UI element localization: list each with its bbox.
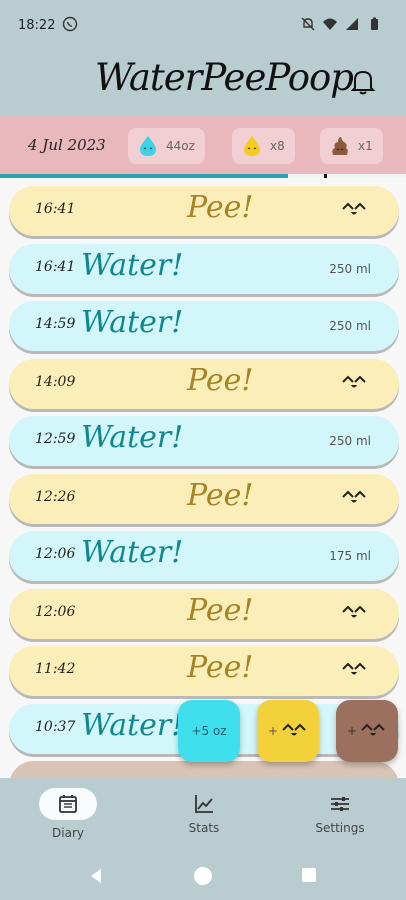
- entry-amount: 250 ml: [329, 434, 371, 448]
- entry-label: Water!: [81, 535, 184, 570]
- entry-time: 12:06: [35, 603, 76, 620]
- system-nav-bar: [0, 850, 406, 900]
- entry-label: Pee!: [187, 592, 254, 628]
- status-bar: 18:22: [0, 0, 406, 50]
- entry-time: 16:41: [35, 201, 76, 217]
- diary-entry-poop[interactable]: [9, 761, 399, 778]
- nav-diary-label: Diary: [52, 826, 84, 840]
- happy-face-icon: [342, 202, 366, 215]
- entry-time: 14:09: [35, 373, 76, 390]
- nav-diary-pill: [39, 788, 97, 820]
- entry-time: 11:42: [35, 661, 76, 677]
- happy-face-icon: [342, 490, 366, 502]
- status-time: 18:22: [18, 18, 56, 33]
- entry-label: Water!: [81, 305, 184, 340]
- nav-stats[interactable]: Stats: [154, 788, 254, 835]
- battery-icon: [371, 17, 378, 30]
- whatsapp-icon: [62, 16, 78, 32]
- pee-count: x8: [270, 139, 285, 153]
- summary-date[interactable]: 4 Jul 2023: [28, 136, 106, 154]
- status-icons: [300, 16, 382, 32]
- home-icon[interactable]: [194, 867, 212, 885]
- entry-label: Pee!: [187, 650, 254, 685]
- app-title: WaterPeePoop: [95, 56, 354, 99]
- mute-icon: [301, 17, 315, 31]
- entry-time: 12:06: [35, 546, 76, 562]
- entry-time: 10:37: [35, 718, 76, 735]
- diary-list[interactable]: 16:41 Pee! 16:41 Water! 250 ml 14:59 Water! 250…: [0, 178, 406, 778]
- app-header: WaterPeePoop: [0, 50, 406, 116]
- add-poop-prefix: +: [346, 724, 358, 738]
- back-icon[interactable]: [88, 868, 104, 884]
- entry-label: Pee!: [187, 190, 254, 225]
- stats-icon: [195, 795, 213, 813]
- diary-entry-water[interactable]: 14:59 Water! 250 ml: [9, 301, 399, 351]
- entry-label: Water!: [81, 420, 184, 455]
- entry-label: Water!: [81, 247, 184, 283]
- add-water-button[interactable]: +5 oz: [178, 700, 240, 762]
- pee-count-chip: x8: [232, 128, 295, 164]
- pee-drop-icon: [244, 136, 260, 156]
- entry-time: 16:41: [35, 258, 76, 275]
- entry-label: Water!: [81, 707, 184, 743]
- entry-amount: 250 ml: [329, 261, 371, 276]
- nav-stats-label: Stats: [188, 821, 220, 835]
- water-drop-icon: [140, 136, 156, 156]
- entry-label: Pee!: [187, 477, 254, 513]
- diary-entry-pee[interactable]: 12:26 Pee!: [9, 473, 399, 524]
- add-poop-button[interactable]: +: [336, 700, 398, 762]
- entry-amount: 250 ml: [329, 319, 371, 333]
- happy-face-icon: [361, 723, 385, 736]
- poop-count-chip: x1: [320, 128, 383, 164]
- bell-icon[interactable]: [350, 68, 376, 96]
- entry-time: 12:26: [35, 488, 76, 505]
- add-pee-button[interactable]: +: [257, 700, 319, 762]
- diary-entry-water[interactable]: 16:41 Water! 250 ml: [9, 243, 399, 294]
- bottom-nav: Diary Stats Settings: [0, 778, 406, 850]
- daily-summary: 4 Jul 2023 44oz x8 x1: [0, 116, 406, 174]
- happy-face-icon: [282, 723, 306, 736]
- entry-label: Pee!: [187, 362, 254, 398]
- happy-face-icon: [342, 662, 366, 675]
- diary-entry-pee[interactable]: 11:42 Pee!: [9, 646, 399, 696]
- add-water-label: +5 oz: [191, 724, 227, 738]
- diary-icon: [59, 795, 77, 813]
- poop-icon: [332, 137, 348, 155]
- happy-face-icon: [342, 605, 366, 617]
- nav-stats-pill: [175, 788, 233, 820]
- diary-entry-water[interactable]: 12:59 Water! 250 ml: [9, 416, 399, 466]
- settings-icon: [331, 797, 349, 811]
- signal-icon: [346, 18, 358, 30]
- entry-amount: 175 ml: [329, 549, 371, 563]
- water-total-chip: 44oz: [128, 128, 205, 164]
- poop-count: x1: [358, 139, 373, 153]
- add-pee-prefix: +: [267, 724, 279, 738]
- nav-settings-label: Settings: [315, 821, 365, 835]
- recent-apps-icon[interactable]: [302, 868, 316, 882]
- diary-entry-pee[interactable]: 12:06 Pee!: [9, 588, 399, 639]
- nav-settings[interactable]: Settings: [290, 788, 390, 835]
- wifi-icon: [323, 18, 337, 30]
- nav-diary[interactable]: Diary: [18, 788, 118, 840]
- diary-entry-pee[interactable]: 16:41 Pee!: [9, 186, 399, 236]
- water-total: 44oz: [166, 139, 195, 153]
- diary-entry-pee[interactable]: 14:09 Pee!: [9, 358, 399, 409]
- nav-settings-pill: [311, 788, 369, 820]
- happy-face-icon: [342, 375, 366, 387]
- entry-time: 14:59: [35, 316, 76, 332]
- entry-time: 12:59: [35, 431, 76, 447]
- diary-entry-water[interactable]: 12:06 Water! 175 ml: [9, 531, 399, 581]
